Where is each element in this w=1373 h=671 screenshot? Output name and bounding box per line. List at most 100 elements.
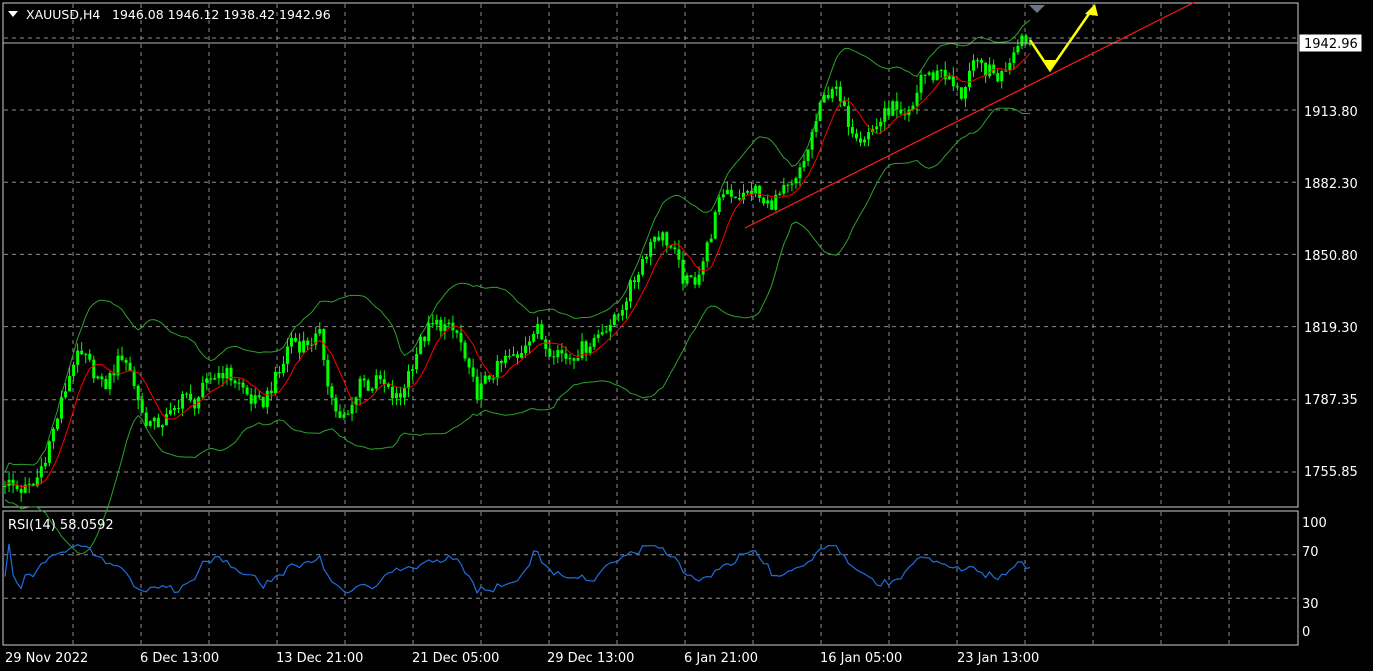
candle-body: [939, 69, 943, 71]
candle-body: [951, 76, 955, 87]
candle-body: [1020, 35, 1024, 47]
candle-body: [600, 332, 604, 335]
candle-body: [92, 359, 96, 379]
candle-body: [830, 88, 834, 99]
candle-body: [628, 280, 632, 302]
candle-body: [834, 86, 838, 89]
candle-body: [257, 395, 261, 397]
candle-body: [217, 373, 221, 379]
candle-body: [487, 375, 491, 380]
candle-body: [665, 232, 669, 246]
candle-body: [572, 358, 576, 361]
candle-body: [1000, 71, 1004, 82]
candle-body: [1012, 52, 1016, 63]
candle-body: [818, 102, 822, 122]
candle-body: [221, 373, 225, 379]
candle-body: [419, 336, 423, 354]
candle-body: [294, 337, 298, 342]
candle-body: [887, 108, 891, 116]
candle-body: [854, 133, 858, 139]
candle-body: [503, 355, 507, 363]
candle-body: [84, 353, 88, 355]
candle-body: [479, 383, 483, 400]
candle-body: [846, 105, 850, 127]
candle-body: [927, 72, 931, 75]
candle-body: [366, 380, 370, 391]
candle-body: [181, 393, 185, 409]
candle-body: [596, 334, 600, 338]
candle-body: [55, 418, 59, 429]
candle-body: [532, 333, 536, 342]
candle-body: [435, 319, 439, 325]
rsi-tick-label: 0: [1302, 625, 1310, 640]
candle-body: [225, 367, 229, 379]
candle-body: [72, 364, 76, 377]
candle-body: [637, 274, 641, 283]
candle-body: [463, 342, 467, 359]
candle-body: [59, 397, 63, 419]
candle-body: [491, 378, 495, 380]
candle-body: [850, 126, 854, 134]
price-tick-label: 1755.85: [1304, 465, 1358, 480]
candle-body: [124, 359, 128, 363]
candle-body: [298, 341, 302, 353]
candle-body: [867, 132, 871, 140]
candle-body: [407, 371, 411, 389]
candle-body: [265, 390, 269, 408]
candle-body: [269, 390, 273, 394]
candle-body: [709, 238, 713, 243]
candle-body: [11, 479, 15, 486]
candle-body: [144, 412, 148, 426]
candle-body: [326, 359, 330, 387]
candle-body: [988, 64, 992, 77]
candle-body: [390, 386, 394, 399]
candle-body: [241, 382, 245, 388]
candle-body: [27, 483, 31, 485]
time-tick-label: 29 Dec 13:00: [547, 651, 634, 666]
candle-body: [415, 353, 419, 370]
candle-body: [108, 373, 112, 390]
candle-body: [483, 375, 487, 384]
candle-body: [64, 391, 68, 398]
candle-body: [790, 183, 794, 185]
candle-body: [423, 336, 427, 342]
candle-body: [931, 72, 935, 81]
candle-body: [237, 382, 241, 384]
price-tick-label: 1913.80: [1304, 105, 1358, 120]
candle-body: [697, 274, 701, 285]
candle-body: [100, 376, 104, 380]
candle-body: [290, 337, 294, 347]
candle-body: [277, 372, 281, 374]
candle-body: [499, 360, 503, 363]
candle-body: [689, 275, 693, 278]
candle-body: [996, 73, 1000, 82]
ohlc-values: 1946.08 1946.12 1938.42 1942.96: [112, 7, 331, 22]
candle-body: [762, 197, 766, 204]
candle-body: [604, 331, 608, 333]
candle-body: [826, 94, 830, 99]
candle-body: [955, 86, 959, 88]
candle-body: [620, 310, 624, 316]
candle-body: [548, 348, 552, 357]
candle-body: [177, 408, 181, 410]
candle-body: [588, 346, 592, 353]
candle-body: [923, 74, 927, 76]
candle-body: [842, 101, 846, 106]
candle-body: [342, 414, 346, 418]
candle-body: [915, 92, 919, 106]
candle-body: [705, 242, 709, 262]
candle-body: [641, 259, 645, 275]
candle-body: [334, 397, 338, 412]
candle-body: [859, 138, 863, 143]
candle-body: [520, 353, 524, 358]
candle-body: [798, 167, 802, 179]
candle-body: [132, 370, 136, 386]
candle-body: [447, 322, 451, 325]
candle-body: [156, 417, 160, 428]
candle-body: [895, 101, 899, 110]
candle-body: [976, 60, 980, 62]
candle-body: [318, 329, 322, 334]
candle-body: [713, 212, 717, 239]
trading-chart[interactable]: 1942.96 XAUUSD,H4 1946.08 1946.12 1938.4…: [0, 0, 1373, 671]
candle-body: [661, 232, 665, 241]
